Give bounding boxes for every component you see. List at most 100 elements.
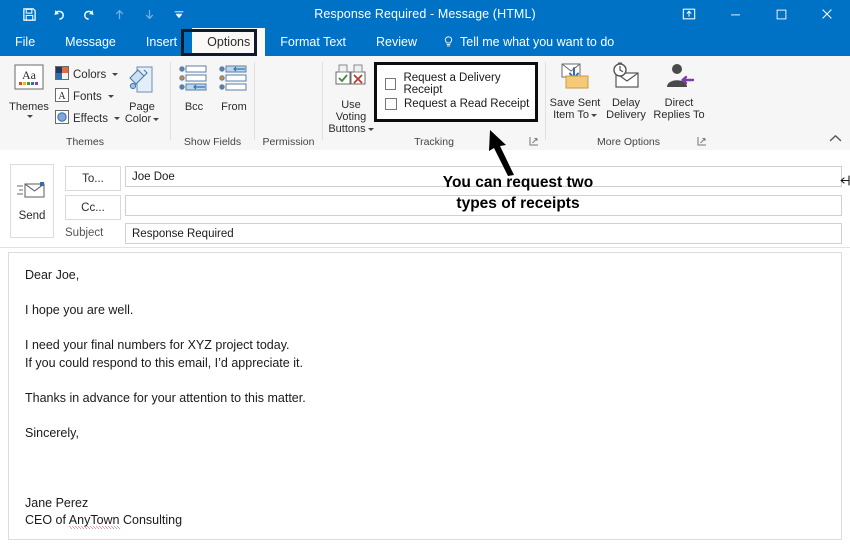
from-button[interactable]: From <box>215 64 253 113</box>
tell-me-label: Tell me what you want to do <box>460 35 615 49</box>
save-sent-item-to-label-line2: Item To <box>553 109 589 121</box>
tracking-dialog-launcher[interactable] <box>529 136 541 148</box>
tab-review[interactable]: Review <box>361 28 432 56</box>
theme-colors-icon <box>55 66 69 83</box>
chevron-down-icon <box>367 127 374 131</box>
customize-quick-access-toolbar-icon[interactable] <box>164 1 194 27</box>
request-delivery-receipt-checkbox[interactable] <box>385 78 397 90</box>
theme-fonts-label: Fonts <box>73 90 102 103</box>
from-button-label: From <box>221 101 247 113</box>
maximize-icon[interactable] <box>758 0 804 28</box>
body-line: I hope you are well. <box>25 303 134 317</box>
use-voting-buttons-icon <box>334 64 368 97</box>
use-voting-buttons-label-line1: Use Voting <box>335 99 367 123</box>
theme-colors-button[interactable]: Colors <box>55 66 119 83</box>
next-item-icon[interactable] <box>134 1 164 27</box>
body-line: Dear Joe, <box>25 268 80 282</box>
request-read-receipt-checkbox-row[interactable]: Request a Read Receipt <box>385 98 529 110</box>
themes-button[interactable]: Aa Themes <box>6 64 52 118</box>
body-line: Thanks in advance for your attention to … <box>25 390 306 405</box>
send-button-label: Send <box>18 210 46 222</box>
collapse-ribbon-icon[interactable] <box>829 134 842 146</box>
save-icon[interactable] <box>14 1 44 27</box>
window-controls <box>666 0 850 28</box>
body-line <box>25 442 825 460</box>
annotation-line-1: You can request two <box>442 174 594 191</box>
ribbon-group-permission: Permission <box>255 56 322 150</box>
tracking-receipts-highlight: Request a Delivery Receipt Request a Rea… <box>374 62 538 122</box>
theme-fonts-button[interactable]: A Fonts <box>55 88 114 105</box>
close-icon[interactable] <box>804 0 850 28</box>
themes-button-label: Themes <box>9 101 49 113</box>
bcc-button[interactable]: Bcc <box>175 64 213 113</box>
previous-item-icon[interactable] <box>104 1 134 27</box>
to-button[interactable]: To... <box>65 166 121 191</box>
ribbon-group-label-themes: Themes <box>66 136 104 148</box>
delay-delivery-icon <box>609 62 643 95</box>
tab-insert[interactable]: Insert <box>131 28 192 56</box>
body-line <box>25 372 825 390</box>
lightbulb-icon <box>444 36 453 47</box>
undo-icon[interactable] <box>44 1 74 27</box>
direct-replies-to-label-line2: Replies To <box>653 109 705 121</box>
ribbon-group-label-show-fields: Show Fields <box>183 136 242 148</box>
save-sent-item-to-icon <box>558 62 592 95</box>
page-color-label-line1: Page <box>129 101 155 113</box>
direct-replies-to-label-line1: Direct <box>664 97 694 109</box>
direct-replies-to-button[interactable]: Direct Replies To <box>650 62 708 121</box>
request-read-receipt-checkbox[interactable] <box>385 98 397 110</box>
theme-effects-label: Effects <box>73 112 108 125</box>
tab-format-text[interactable]: Format Text <box>265 28 361 56</box>
ribbon-group-label-permission: Permission <box>262 136 315 148</box>
tab-file[interactable]: File <box>0 28 50 56</box>
annotation-line-2: types of receipts <box>456 195 580 212</box>
page-color-label-line2: Color <box>124 113 152 125</box>
save-sent-item-to-button[interactable]: Save Sent Item To <box>548 62 602 121</box>
resize-cursor-icon <box>840 175 850 186</box>
body-line: I need your final numbers for XYZ projec… <box>25 338 290 352</box>
theme-effects-button[interactable]: Effects <box>55 110 120 127</box>
delay-delivery-label-line2: Delivery <box>606 109 646 121</box>
annotation-arrow-icon <box>489 130 514 176</box>
signature-role: CEO of AnyTown Consulting <box>25 512 825 530</box>
ribbon-display-options-icon[interactable] <box>666 0 712 28</box>
ribbon-group-more-options: Save Sent Item To Delay Delivery Direct … <box>546 56 711 150</box>
tab-message[interactable]: Message <box>50 28 131 56</box>
request-delivery-receipt-checkbox-row[interactable]: Request a Delivery Receipt <box>385 72 535 96</box>
body-line <box>25 460 825 478</box>
save-sent-item-to-label-line1: Save Sent <box>549 97 601 109</box>
message-body[interactable]: Dear Joe, I hope you are well. I need yo… <box>8 252 842 540</box>
use-voting-buttons-button[interactable]: Use Voting Buttons <box>325 64 377 135</box>
chevron-down-icon <box>27 115 33 118</box>
ribbon-group-label-more-options: More Options <box>596 136 661 148</box>
body-line <box>25 285 825 303</box>
body-line <box>25 407 825 425</box>
redo-icon[interactable] <box>74 1 104 27</box>
delay-delivery-button[interactable]: Delay Delivery <box>602 62 650 121</box>
subject-label: Subject <box>65 227 104 239</box>
signature-role-prefix: CEO of <box>25 513 69 527</box>
annotation-text: You can request two types of receipts <box>398 172 638 214</box>
misspelled-word: AnyTown <box>68 513 120 529</box>
send-icon <box>17 180 47 205</box>
chevron-down-icon <box>153 117 160 121</box>
svg-text:A: A <box>58 91 66 102</box>
quick-access-toolbar <box>14 0 194 28</box>
send-button[interactable]: Send <box>10 164 54 238</box>
themes-icon: Aa <box>12 64 46 99</box>
request-read-receipt-label: Request a Read Receipt <box>404 98 530 110</box>
ribbon-tab-bar: File Message Insert Options Format Text … <box>0 28 850 56</box>
delay-delivery-label-line1: Delay <box>611 97 641 109</box>
bcc-icon <box>177 64 211 99</box>
tab-options[interactable]: Options <box>192 28 266 56</box>
minimize-icon[interactable] <box>712 0 758 28</box>
outlook-compose-window: Response Required - Message (HTML) File … <box>0 0 850 545</box>
tell-me-search[interactable]: Tell me what you want to do <box>432 28 624 56</box>
cc-button[interactable]: Cc... <box>65 195 121 220</box>
subject-input[interactable]: Response Required <box>125 223 842 244</box>
page-color-button[interactable]: Page Color <box>118 64 166 125</box>
more-options-dialog-launcher[interactable] <box>697 136 709 148</box>
chevron-down-icon <box>590 113 597 117</box>
title-bar: Response Required - Message (HTML) <box>0 0 850 28</box>
signature-role-suffix: Consulting <box>119 513 183 527</box>
